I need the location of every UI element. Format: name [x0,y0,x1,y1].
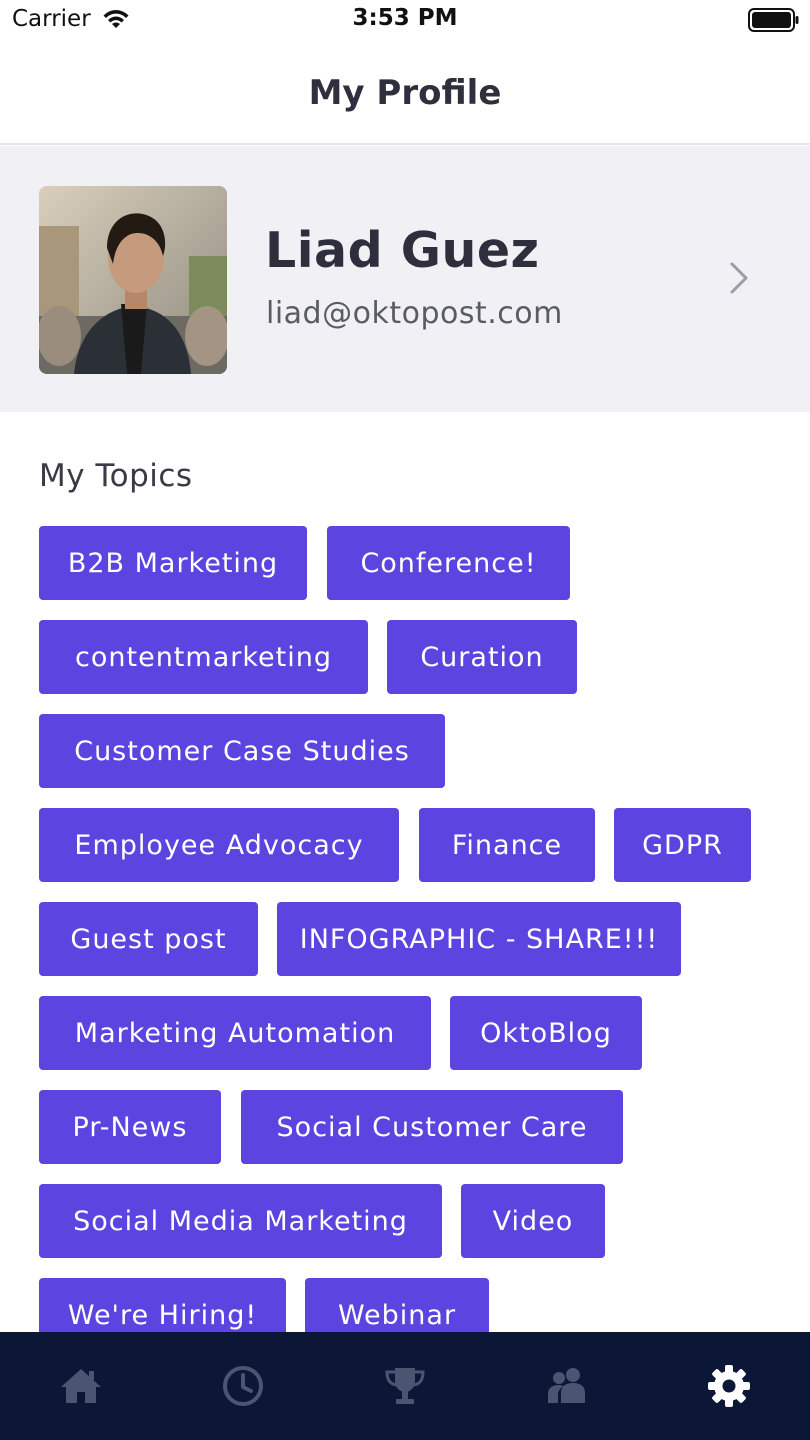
topics-heading: My Topics [39,458,193,494]
avatar [39,186,227,374]
profile-photo [39,186,227,374]
people-icon [548,1368,585,1403]
topic-tag-video[interactable]: Video [461,1184,605,1258]
home-icon [61,1369,101,1403]
topic-tag-oktoblog[interactable]: OktoBlog [450,996,642,1070]
topic-tag-b2b-marketing[interactable]: B2B Marketing [39,526,307,600]
topic-tag-employee-advocacy[interactable]: Employee Advocacy [39,808,399,882]
profile-email: liad@oktopost.com [266,296,563,331]
profile-name: Liad Guez [265,222,540,279]
topic-tag-customer-case-studies[interactable]: Customer Case Studies [39,714,445,788]
tab-team[interactable] [486,1332,648,1440]
topic-tag-contentmarketing[interactable]: contentmarketing [39,620,368,694]
topic-tag-social-media-marketing[interactable]: Social Media Marketing [39,1184,442,1258]
page-title: My Profile [308,72,502,113]
clock-icon [223,1366,263,1406]
topic-tag-social-customer-care[interactable]: Social Customer Care [241,1090,623,1164]
chevron-right-icon[interactable] [724,260,752,296]
topic-tag-conference[interactable]: Conference! [327,526,570,600]
tab-bar [0,1332,810,1440]
navigation-bar: My Profile [0,40,810,145]
topic-tag-infographic-share[interactable]: INFOGRAPHIC - SHARE!!! [277,902,681,976]
status-bar: Carrier 3:53 PM [0,0,810,40]
topic-tag-curation[interactable]: Curation [387,620,577,694]
topic-tag-guest-post[interactable]: Guest post [39,902,258,976]
profile-card[interactable]: Liad Guez liad@oktopost.com [0,146,810,412]
tab-history[interactable] [162,1332,324,1440]
topic-tag-finance[interactable]: Finance [419,808,595,882]
trophy-icon [385,1368,425,1404]
status-time: 3:53 PM [352,5,458,31]
gear-icon [708,1365,750,1407]
topic-tag-gdpr[interactable]: GDPR [614,808,751,882]
battery-icon [748,8,799,32]
tab-settings[interactable] [648,1332,810,1440]
topic-tag-marketing-automation[interactable]: Marketing Automation [39,996,431,1070]
topic-tag-pr-news[interactable]: Pr-News [39,1090,221,1164]
tab-leaderboard[interactable] [324,1332,486,1440]
tab-home[interactable] [0,1332,162,1440]
